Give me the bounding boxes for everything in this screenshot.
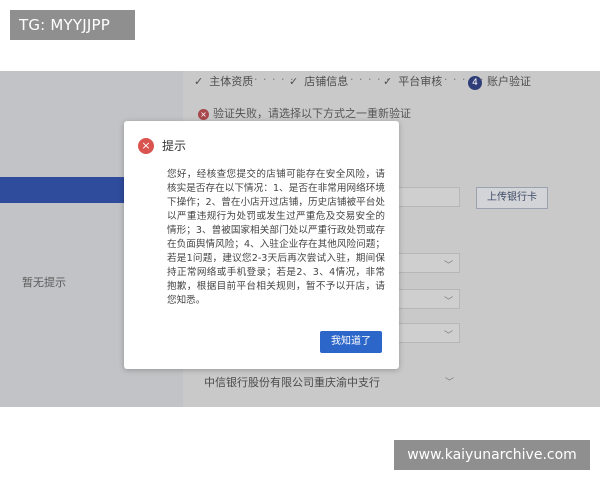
step-label: 主体资质	[209, 75, 254, 88]
step-number-badge: 4	[468, 76, 482, 90]
bank-branch-select[interactable]: 中信银行股份有限公司重庆渝中支行 ﹀	[198, 372, 460, 394]
acknowledge-button[interactable]: 我知道了	[320, 331, 382, 353]
chevron-down-icon: ﹀	[444, 378, 454, 388]
bank-branch-value: 中信银行股份有限公司重庆渝中支行	[204, 376, 380, 389]
upload-bank-card-button[interactable]: 上传银行卡	[476, 187, 548, 209]
dialog-message: 您好，经核查您提交的店铺可能存在安全风险，请核实是否存在以下情况：1、是否在非常…	[167, 169, 385, 306]
step-label: 平台审核	[398, 75, 443, 88]
watermark-url: www.kaiyunarchive.com	[394, 440, 590, 470]
step-3: ✓ 平台审核	[383, 73, 442, 89]
step-2: ✓ 店铺信息	[289, 73, 348, 89]
progress-steps: ✓ 主体资质 · · · · · ✓ 店铺信息 · · · · · ✓ 平台审核 · …	[190, 73, 600, 93]
check-icon: ✓	[289, 75, 299, 88]
close-circle-icon: ×	[138, 138, 154, 154]
overlay-tag: TG: MYYJJPP	[10, 10, 135, 40]
step-label: 账户验证	[487, 75, 531, 88]
check-icon: ✓	[383, 75, 393, 88]
step-label: 店铺信息	[304, 75, 349, 88]
dialog-title: 提示	[162, 139, 187, 153]
chevron-down-icon: ﹀	[443, 331, 453, 341]
chevron-down-icon: ﹀	[443, 297, 453, 307]
error-circle-icon: ×	[198, 109, 209, 120]
error-message: 验证失败，请选择以下方式之一重新验证	[213, 107, 411, 120]
step-4: 4 账户验证	[468, 73, 531, 90]
verification-error: × 验证失败，请选择以下方式之一重新验证	[198, 105, 411, 121]
risk-warning-dialog: × 提示 您好，经核查您提交的店铺可能存在安全风险，请核实是否存在以下情况：1、…	[124, 121, 399, 369]
check-icon: ✓	[194, 75, 204, 88]
chevron-down-icon: ﹀	[443, 261, 453, 271]
step-1: ✓ 主体资质	[194, 73, 253, 89]
sidebar-empty-tip: 暂无提示	[22, 276, 66, 289]
